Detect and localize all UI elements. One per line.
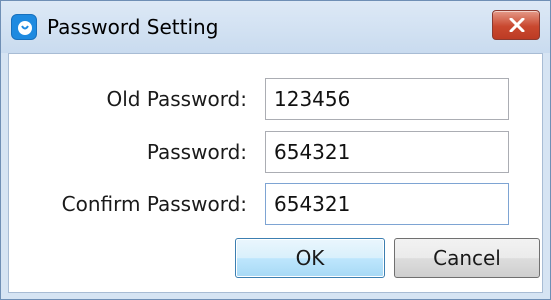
dialog-body: Old Password: Password: Confirm Password…	[8, 53, 543, 293]
confirm-password-field[interactable]	[265, 183, 509, 225]
ok-button[interactable]: OK	[235, 238, 385, 278]
password-setting-dialog: Password Setting Old Password: Password:…	[0, 0, 551, 300]
cancel-button[interactable]: Cancel	[394, 238, 540, 278]
old-password-label: Old Password:	[106, 87, 247, 111]
close-icon	[509, 18, 525, 32]
password-field[interactable]	[265, 131, 509, 173]
app-logo-icon	[11, 14, 37, 40]
password-label: Password:	[146, 140, 247, 164]
confirm-password-label: Confirm Password:	[61, 192, 247, 216]
dialog-title: Password Setting	[47, 15, 219, 39]
old-password-field[interactable]	[265, 78, 509, 120]
close-button[interactable]	[492, 10, 540, 40]
title-bar[interactable]: Password Setting	[1, 1, 550, 53]
